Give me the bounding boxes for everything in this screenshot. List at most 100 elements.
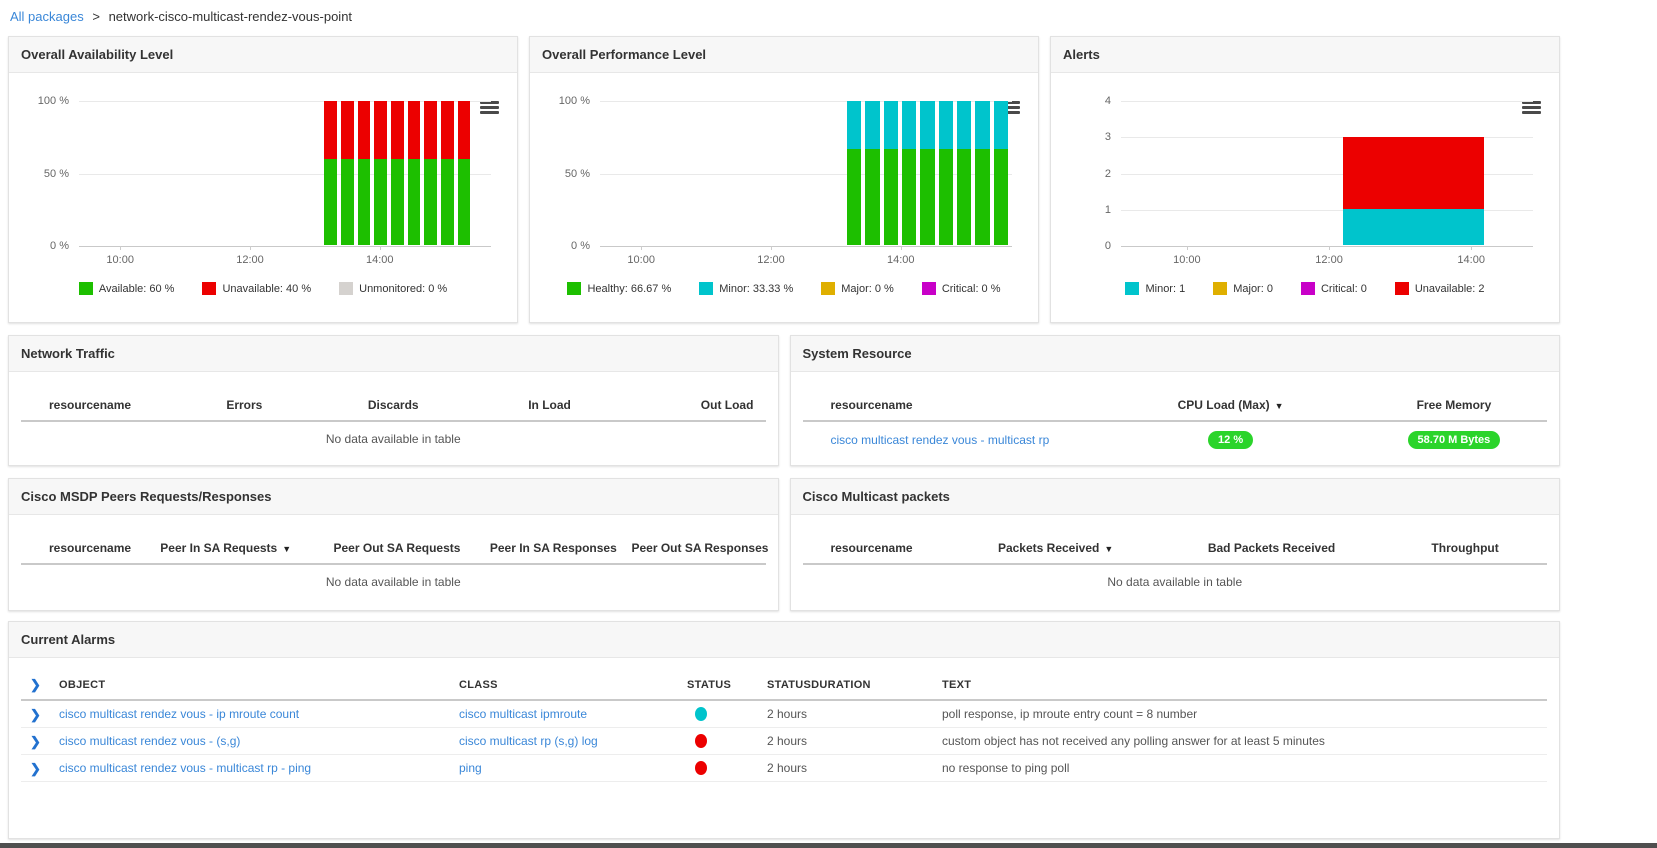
all-packages-link[interactable]: All packages [10, 9, 84, 24]
available-bar-segment [407, 158, 421, 245]
healthy-bar-segment [920, 149, 935, 245]
alarm-object-link[interactable]: cisco multicast rendez vous - (s,g) [59, 734, 240, 748]
legend-label: Minor: 1 [1145, 282, 1186, 295]
column-header[interactable]: Packets Received ▼ [951, 541, 1159, 555]
y-axis-label: 50 % [43, 167, 69, 180]
panel-title: Overall Performance Level [542, 47, 707, 62]
chart-bar [390, 101, 404, 245]
column-header[interactable]: Peer Out SA Requests [319, 541, 475, 555]
legend-label: Major: 0 [1233, 282, 1273, 295]
alarm-object-cell: cisco multicast rendez vous - (s,g) [59, 732, 459, 750]
resource-link[interactable]: cisco multicast rendez vous - multicast … [831, 433, 1050, 447]
column-header[interactable]: Peer In SA Responses [475, 541, 631, 555]
column-header[interactable]: Free Memory [1361, 398, 1547, 412]
column-label: Throughput [1431, 541, 1499, 555]
column-header[interactable]: Bad Packets Received [1160, 541, 1383, 555]
sort-desc-icon[interactable]: ▼ [1104, 544, 1113, 554]
column-header[interactable]: CPU Load (Max) ▼ [1100, 398, 1361, 412]
column-label: Out Load [700, 398, 754, 412]
legend-item[interactable]: Available: 60 % [78, 282, 174, 295]
y-axis-label: 100 % [37, 95, 69, 107]
bottom-scrollbar[interactable] [0, 843, 1657, 848]
column-header[interactable]: STATUS [687, 679, 767, 691]
column-header[interactable]: STATUSDURATION [767, 679, 942, 691]
column-header[interactable]: Peer Out SA Responses [631, 541, 768, 555]
bars-layer [847, 101, 1008, 245]
column-label: resourcename [49, 398, 132, 412]
alarm-class-link[interactable]: cisco multicast ipmroute [459, 707, 587, 721]
minor-bar-segment [938, 101, 953, 149]
legend-swatch [1394, 282, 1409, 295]
alarm-text: no response to ping poll [942, 761, 1070, 775]
legend-item[interactable]: Minor: 1 [1125, 282, 1185, 295]
available-bar-segment [357, 158, 371, 245]
x-axis-tick [120, 246, 122, 250]
column-header[interactable]: In Load [468, 398, 632, 412]
expand-all-chevron-icon[interactable]: ❯ [21, 678, 59, 691]
chart-body: 100 % 50 % 0 % 10:00 12:00 14:00 Healthy: 66.… [530, 73, 1038, 295]
available-bar-segment [440, 158, 454, 245]
expand-chevron-icon[interactable]: ❯ [21, 708, 59, 721]
unavailable-bar-segment [407, 101, 421, 159]
legend-item[interactable]: Unavailable: 40 % [202, 282, 311, 295]
legend-item[interactable]: Major: 0 % [821, 282, 894, 295]
breadcrumb-separator: > [92, 9, 100, 24]
healthy-bar-segment [956, 149, 972, 245]
legend-item[interactable]: Unmonitored: 0 % [339, 282, 447, 295]
table-body: resourcename Peer In SA Requests ▼ Peer Out… [9, 541, 778, 589]
legend-item[interactable]: Minor: 33.33 % [699, 282, 793, 295]
table-header-row: resourcename Packets Received ▼ Bad Packets… [802, 541, 1547, 565]
legend-item[interactable]: Unavailable: 2 [1394, 282, 1485, 295]
column-header[interactable]: Discards [319, 398, 468, 412]
legend-swatch [1213, 282, 1228, 295]
alarm-object-link[interactable]: cisco multicast rendez vous - ip mroute … [59, 707, 299, 721]
legend-item[interactable]: Critical: 0 % [921, 282, 1001, 295]
expand-chevron-icon[interactable]: ❯ [21, 735, 59, 748]
column-header[interactable]: OBJECT [59, 679, 459, 691]
panel-title: Cisco MSDP Peers Requests/Responses [21, 489, 272, 504]
healthy-bar-segment [847, 149, 862, 245]
y-axis-label: 50 % [564, 167, 590, 180]
chart-plot: 100 % 50 % 0 % 10:00 12:00 14:00 [559, 95, 1012, 266]
unavailable-bar-segment [374, 101, 387, 159]
available-bar-segment [390, 158, 404, 245]
minor-bar-segment [847, 101, 862, 149]
availability-chart-panel: Overall Availability Level 100 % 50 % 0 % 1… [8, 36, 518, 323]
empty-table-message: No data available in table [1107, 575, 1243, 589]
column-header[interactable]: Throughput [1383, 541, 1547, 555]
panel-title: Current Alarms [21, 632, 116, 647]
alarm-object-link[interactable]: cisco multicast rendez vous - multicast … [59, 761, 311, 775]
column-header[interactable]: resourcename [803, 398, 1101, 412]
column-header[interactable]: Peer In SA Requests ▼ [133, 541, 319, 555]
legend-item[interactable]: Critical: 0 [1300, 282, 1367, 295]
value-badge: 12 % [1208, 431, 1254, 449]
column-header[interactable]: Errors [170, 398, 319, 412]
column-header[interactable]: TEXT [942, 679, 1547, 691]
legend-item[interactable]: Major: 0 [1213, 282, 1273, 295]
legend-label: Unmonitored: 0 % [359, 282, 448, 295]
alarm-class-link[interactable]: cisco multicast rp (s,g) log [459, 734, 598, 748]
status-duration: 2 hours [767, 734, 808, 748]
column-header[interactable]: CLASS [459, 679, 687, 691]
panel-title: Cisco Multicast packets [802, 489, 950, 504]
column-header[interactable]: Out Load [631, 398, 765, 412]
column-label: resourcename [830, 398, 913, 412]
column-header[interactable]: resourcename [803, 541, 952, 555]
expand-chevron-icon[interactable]: ❯ [21, 762, 59, 775]
sort-desc-icon[interactable]: ▼ [1275, 401, 1284, 411]
legend-label: Healthy: 66.67 % [587, 282, 672, 295]
column-header[interactable]: resourcename [21, 541, 133, 555]
column-label: Errors [226, 398, 263, 412]
minor-bar-segment [883, 101, 899, 149]
alarm-class-link[interactable]: ping [459, 761, 482, 775]
available-bar-segment [374, 158, 387, 245]
unavailable-bar-segment [457, 101, 471, 159]
chart-bar [407, 101, 421, 245]
alarm-object-cell: cisco multicast rendez vous - multicast … [59, 759, 459, 777]
y-axis-label: 0 [1104, 240, 1111, 252]
legend-swatch [202, 282, 217, 295]
legend-item[interactable]: Healthy: 66.67 % [567, 282, 671, 295]
column-header[interactable]: resourcename [21, 398, 170, 412]
legend-swatch [1300, 282, 1315, 295]
sort-desc-icon[interactable]: ▼ [282, 544, 291, 554]
